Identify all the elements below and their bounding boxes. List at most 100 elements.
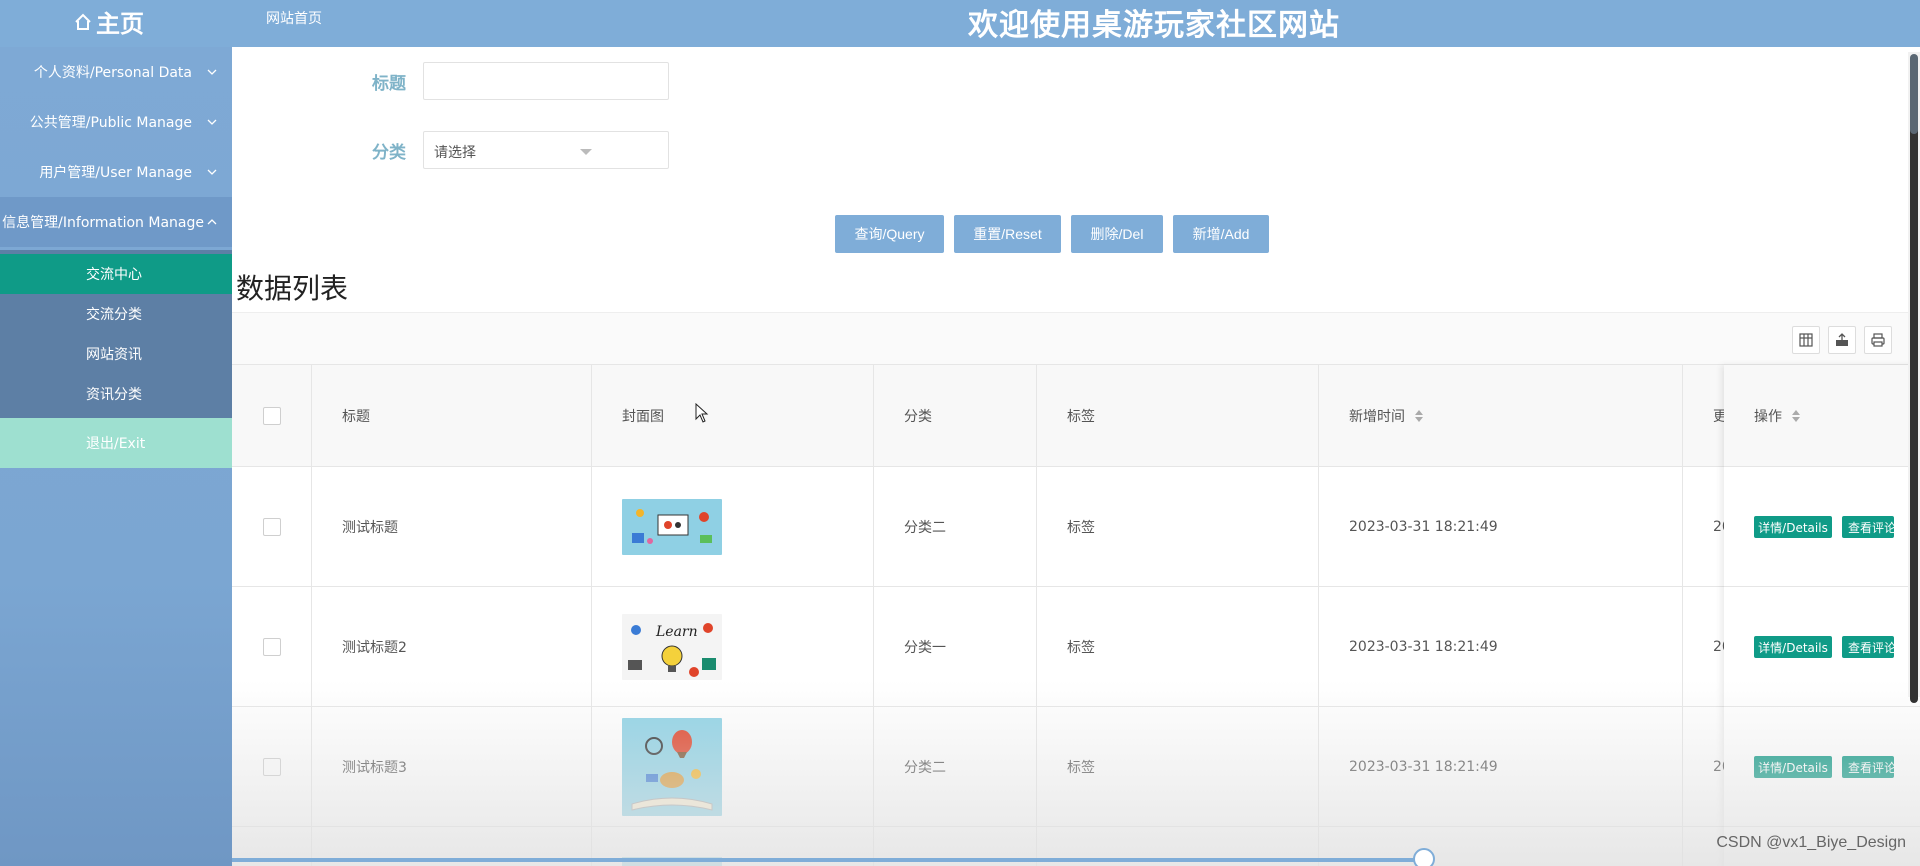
details-button[interactable]: 详情/Details (1754, 516, 1832, 538)
row-tags: 标签 (1037, 587, 1319, 706)
row-cover (592, 707, 874, 826)
site-home-link[interactable]: 网站首页 (266, 8, 322, 28)
reset-button[interactable]: 重置/Reset (954, 215, 1061, 253)
caret-down-icon (580, 149, 592, 155)
operations-column: 操作 详情/Details 查看评论 详情/Details 查看评论 详情/De… (1724, 365, 1920, 866)
row-created: 2023-03-31 18:21:49 (1319, 467, 1683, 586)
select-all-checkbox[interactable] (262, 407, 281, 425)
table-row: 测试标题3 分类二 标签 2023-03-31 18:21:49 20 (232, 707, 1920, 827)
category-select-placeholder: 请选择 (434, 145, 476, 161)
delete-button[interactable]: 删除/Del (1071, 215, 1163, 253)
view-comments-button[interactable]: 查看评论 (1842, 636, 1894, 658)
column-filter-button[interactable] (1792, 326, 1820, 354)
view-comments-button[interactable]: 查看评论 (1842, 516, 1894, 538)
sidebar-item-label: 个人资料/Personal Data (33, 65, 192, 81)
row-category: 分类一 (874, 587, 1037, 706)
submenu-item-news-category[interactable]: 资讯分类 (0, 374, 232, 414)
submenu-item-exchange-center[interactable]: 交流中心 (0, 254, 232, 294)
sidebar-item-label: 公共管理/Public Manage (29, 115, 192, 131)
row-checkbox[interactable] (262, 637, 281, 656)
ops-cell: 详情/Details 查看评论 (1724, 467, 1920, 587)
sidebar-item-user-manage[interactable]: 用户管理/User Manage (0, 147, 232, 197)
sidebar-item-label: 信息管理/Information Manage (2, 215, 204, 231)
row-checkbox[interactable] (262, 517, 281, 536)
sort-icon[interactable] (1792, 409, 1800, 422)
query-button[interactable]: 查询/Query (835, 215, 944, 253)
table-row: 测试标题2 Learn 分类一 标签 2023-03-31 18:21:49 2… (232, 587, 1920, 707)
row-category: 分类二 (874, 467, 1037, 586)
title-search-input[interactable] (423, 62, 669, 100)
home-icon (75, 13, 91, 30)
sidebar-item-label: 用户管理/User Manage (39, 165, 192, 181)
row-select-cell (232, 707, 312, 826)
home-label: 主页 (96, 10, 144, 38)
row-title: 测试标题2 (312, 587, 592, 706)
chevron-down-icon (207, 119, 217, 125)
cover-image[interactable] (622, 717, 722, 816)
row-tags: 标签 (1037, 467, 1319, 586)
print-button[interactable] (1864, 326, 1892, 354)
row-cover: Learn (592, 587, 874, 706)
submenu-item-site-news[interactable]: 网站资讯 (0, 334, 232, 374)
cover-image[interactable]: Learn (622, 613, 722, 680)
horizontal-scroll-handle[interactable] (1413, 848, 1435, 866)
column-header-created[interactable]: 新增时间 (1319, 365, 1683, 467)
mouse-cursor-icon (695, 403, 709, 423)
top-bar: 主页 网站首页 欢迎使用桌游玩家社区网站 (0, 0, 1920, 47)
cover-image[interactable] (622, 498, 722, 555)
horizontal-scroll-track[interactable] (232, 858, 1422, 862)
table-row: 测试标题 分类二 标签 2023-03-31 18:21:49 20 (232, 467, 1920, 587)
add-button[interactable]: 新增/Add (1173, 215, 1269, 253)
chevron-down-icon (207, 169, 217, 175)
submenu-information: 交流中心 交流分类 网站资讯 资讯分类 (0, 250, 232, 418)
row-checkbox[interactable] (262, 757, 281, 776)
submenu-item-exchange-category[interactable]: 交流分类 (0, 294, 232, 334)
row-tags: 标签 (1037, 707, 1319, 826)
column-header-created-label: 新增时间 (1349, 409, 1405, 425)
details-button[interactable]: 详情/Details (1754, 636, 1832, 658)
row-select-cell (232, 587, 312, 706)
export-icon (1836, 333, 1848, 346)
column-header-category[interactable]: 分类 (874, 365, 1037, 467)
watermark: CSDN @vx1_Biye_Design (1716, 834, 1906, 851)
table-header: 标题 封面图 分类 标签 新增时间 更 (232, 365, 1920, 467)
row-created: 2023-03-31 18:21:49 (1319, 587, 1683, 706)
print-icon (1871, 333, 1885, 347)
exit-button[interactable]: 退出/Exit (0, 418, 232, 468)
details-button[interactable]: 详情/Details (1754, 756, 1832, 778)
export-button[interactable] (1828, 326, 1856, 354)
select-all-cell (232, 365, 312, 467)
category-filter-label: 分类 (372, 143, 406, 163)
column-header-tags[interactable]: 标签 (1037, 365, 1319, 467)
column-header-title[interactable]: 标题 (312, 365, 592, 467)
scrollbar-track (1910, 58, 1918, 703)
scrollbar-thumb[interactable] (1910, 54, 1918, 134)
column-header-ops[interactable]: 操作 (1724, 365, 1920, 467)
chevron-down-icon (207, 69, 217, 75)
row-title: 测试标题 (312, 467, 592, 586)
view-comments-button[interactable]: 查看评论 (1842, 756, 1894, 778)
vertical-scrollbar[interactable] (1908, 52, 1920, 703)
row-category: 分类二 (874, 707, 1037, 826)
home-link[interactable]: 主页 (74, 4, 144, 39)
table-toolbar (232, 312, 1920, 365)
sidebar: 个人资料/Personal Data 公共管理/Public Manage 用户… (0, 47, 232, 866)
chevron-up-icon (207, 219, 217, 225)
row-title: 测试标题3 (312, 707, 592, 826)
main-content: 标题 分类 请选择 查询/Query 重置/Reset 删除/Del 新增/Ad… (232, 47, 1920, 866)
column-header-ops-label: 操作 (1754, 408, 1782, 425)
svg-text:Learn: Learn (655, 624, 698, 640)
columns-icon (1799, 333, 1813, 347)
category-select[interactable]: 请选择 (423, 131, 669, 169)
ops-cell: 详情/Details 查看评论 (1724, 587, 1920, 707)
data-list-title: 数据列表 (236, 272, 349, 305)
sort-icon[interactable] (1415, 410, 1423, 422)
row-select-cell (232, 467, 312, 586)
row-cover (592, 467, 874, 586)
title-filter-label: 标题 (372, 74, 406, 94)
column-header-cover[interactable]: 封面图 (592, 365, 874, 467)
sidebar-item-public-manage[interactable]: 公共管理/Public Manage (0, 97, 232, 147)
sidebar-item-information-manage[interactable]: 信息管理/Information Manage (0, 197, 232, 247)
sidebar-item-personal-data[interactable]: 个人资料/Personal Data (0, 47, 232, 97)
site-title: 欢迎使用桌游玩家社区网站 (968, 8, 1340, 43)
